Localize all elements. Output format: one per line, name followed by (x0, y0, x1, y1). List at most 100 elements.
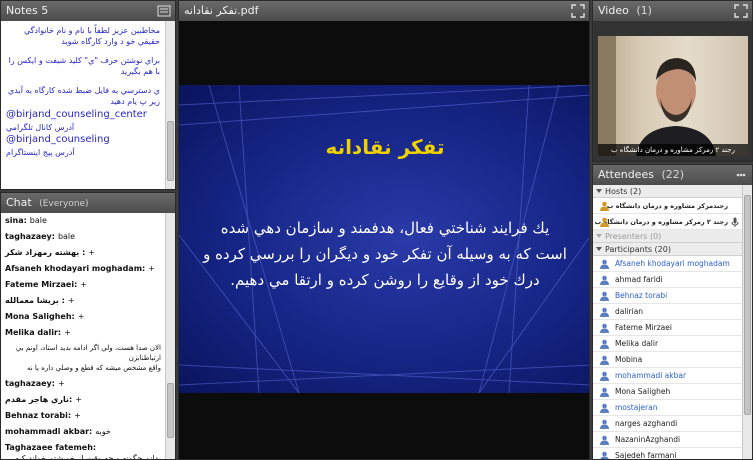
chat-sender: taghazaey: (5, 379, 55, 388)
pod-menu-icon[interactable] (157, 4, 171, 18)
chat-message: Afsaneh khodayari moghadam: + (5, 263, 161, 274)
chat-message: mohammadi akbar: خوبه (5, 426, 161, 437)
participants-label: Participants (20) (605, 245, 671, 254)
participant-row[interactable]: Mobina (593, 352, 742, 368)
notes-count: 5 (41, 4, 49, 17)
participant-row[interactable]: narges azghandi (593, 416, 742, 432)
chat-sender: Melika dalir: (5, 328, 62, 337)
participant-row[interactable]: mostajeran (593, 400, 742, 416)
participant-icon (600, 451, 609, 459)
chat-text: + (88, 248, 95, 257)
participant-name: Melika dalir (615, 339, 659, 348)
participant-name: Behnaz torabi (615, 291, 668, 300)
presenters-section-header[interactable]: Presenters (0) (593, 230, 742, 243)
participants-section-header[interactable]: Participants (20) (593, 243, 742, 256)
notes-paragraph: مخاطبين عزيز لطفاً با نام و نام خانوادگي… (23, 26, 160, 46)
telegram-channel-link[interactable]: @birjand_counseling_center (6, 109, 160, 121)
chat-message: Fateme Mirzaei: + (5, 279, 161, 290)
chat-message: Behnaz torabi: + (5, 410, 161, 421)
participant-row[interactable]: NazaninAzghandi (593, 432, 742, 448)
share-header: تفكر نقادانه.pdf (179, 1, 589, 21)
chat-scrollbar[interactable] (165, 213, 175, 459)
attendees-title: Attendees (598, 168, 654, 181)
participant-row[interactable]: Behnaz torabi (593, 288, 742, 304)
collapse-triangle-icon (596, 234, 602, 238)
collapse-triangle-icon (596, 247, 602, 251)
chat-message: بهشته رمهزاد شكر : + (5, 247, 161, 258)
participant-row[interactable]: Melika dalir (593, 336, 742, 352)
participant-row[interactable]: dalirian (593, 304, 742, 320)
chat-message: Mona Saligheh: + (5, 311, 161, 322)
slide: تفكر نقادانه يك فرايند شناختي فعال، هدفم… (179, 85, 589, 393)
host-icon (600, 217, 609, 227)
participant-icon (600, 339, 609, 349)
participant-name: mostajeran (615, 403, 658, 412)
document-filename: تفكر نقادانه.pdf (184, 4, 259, 17)
notes-paragraph: ي دسترسي به فايل ضبط شده كارگاه به آيدي … (8, 86, 160, 106)
participant-icon (600, 387, 609, 397)
participant-name: narges azghandi (615, 419, 678, 428)
notes-paragraph: براي نوشتن حرف "ي" كليد شيفت و ايكس را ب… (8, 56, 160, 76)
chat-sender: Behnaz torabi: (5, 411, 72, 420)
notes-content[interactable]: مخاطبين عزيز لطفاً با نام و نام خانوادگي… (1, 21, 165, 189)
participant-row[interactable]: ahmad faridi (593, 272, 742, 288)
collapse-triangle-icon (596, 189, 602, 193)
chat-sender: mohammadi akbar: (5, 427, 93, 436)
webcam-caption: رجند ۲ رمركز مشاوره و درمان دانشگاه ب (598, 144, 748, 156)
chat-message: Melika dalir: + (5, 327, 161, 338)
host-row[interactable]: رجند ۲ رمركز مشاوره و درمان دانشگاه ب (593, 214, 742, 230)
microphone-icon[interactable] (731, 217, 739, 227)
participant-icon (600, 259, 609, 269)
participant-icon (600, 291, 609, 301)
hosts-label: Hosts (2) (605, 187, 642, 196)
fullscreen-icon[interactable] (571, 4, 585, 18)
participant-name: Afsaneh khodayari moghadam (615, 259, 730, 268)
video-count: (1) (636, 4, 652, 17)
chat-pod: Chat (Everyone) sina: bale taghazaey: bale ب… (0, 192, 176, 460)
chat-sender: sina: (5, 216, 27, 225)
notes-title: Notes (6, 4, 38, 17)
participant-icon (600, 323, 609, 333)
slide-title: تفكر نقادانه (325, 135, 445, 159)
chat-text: بدانم چگونه و چه وقت از خويشتم خوانديكيه… (15, 454, 161, 459)
participant-row[interactable]: Mona Saligheh (593, 384, 742, 400)
fullscreen-icon[interactable] (734, 4, 748, 18)
slide-body: يك فرايند شناختي فعال، هدفمند و سازمان د… (203, 219, 567, 289)
participant-icon (600, 403, 609, 413)
attendees-scrollbar[interactable] (742, 185, 752, 459)
notes-scrollbar[interactable] (165, 21, 175, 189)
chat-sender: الان صدا هست، ولي اگر ادامه بديد استاد، … (15, 344, 161, 362)
host-row[interactable]: رجندمركز مشاوره و درمان دانشگاه ب (593, 198, 742, 214)
chat-sender: Taghazaee fatemeh: (5, 443, 97, 452)
webcam-feed[interactable]: رجند ۲ رمركز مشاوره و درمان دانشگاه ب (598, 36, 748, 156)
chat-scope[interactable]: (Everyone) (39, 199, 88, 209)
presenters-label: Presenters (0) (605, 232, 662, 241)
pod-menu-icon[interactable] (734, 168, 748, 182)
participant-name: Mobina (615, 355, 643, 364)
scroll-thumb[interactable] (167, 121, 174, 181)
attendees-pod: Attendees (22) Hosts (2) رجندمركز مشاوره… (592, 164, 753, 460)
scroll-thumb[interactable] (167, 383, 174, 438)
chat-title: Chat (6, 196, 32, 209)
notes-header: Notes 5 (1, 1, 175, 21)
participant-name: mohammadi akbar (615, 371, 687, 380)
hosts-section-header[interactable]: Hosts (2) (593, 185, 742, 198)
participant-row[interactable]: mohammadi akbar (593, 368, 742, 384)
host-name: رجندمركز مشاوره و درمان دانشگاه ب (606, 202, 728, 210)
participant-row[interactable]: Sajedeh farmani (593, 448, 742, 459)
telegram-channel-label: آدرس كانال تلگرامي (6, 123, 75, 132)
chat-sender: بريشا معمالله : (5, 296, 65, 305)
participant-name: dalirian (615, 307, 644, 316)
participant-icon (600, 435, 609, 445)
participant-row[interactable]: Fateme Mirzaei (593, 320, 742, 336)
participant-row[interactable]: Afsaneh khodayari moghadam (593, 256, 742, 272)
host-name: رجند ۲ رمركز مشاوره و درمان دانشگاه ب (594, 218, 728, 226)
chat-message: taghazaey: + (5, 378, 161, 389)
notes-pod: Notes 5 مخاطبين عزيز لطفاً با نام و نام … (0, 0, 176, 190)
video-title: Video (598, 4, 629, 17)
chat-sender: Afsaneh khodayari moghadam: (5, 264, 146, 273)
scroll-thumb[interactable] (744, 195, 751, 415)
chat-message: الان صدا هست، ولي اگر ادامه بديد استاد، … (5, 343, 161, 373)
participant-name: Sajedeh farmani (615, 451, 677, 459)
instagram-page-link[interactable]: @birjand_counseling (6, 134, 160, 146)
